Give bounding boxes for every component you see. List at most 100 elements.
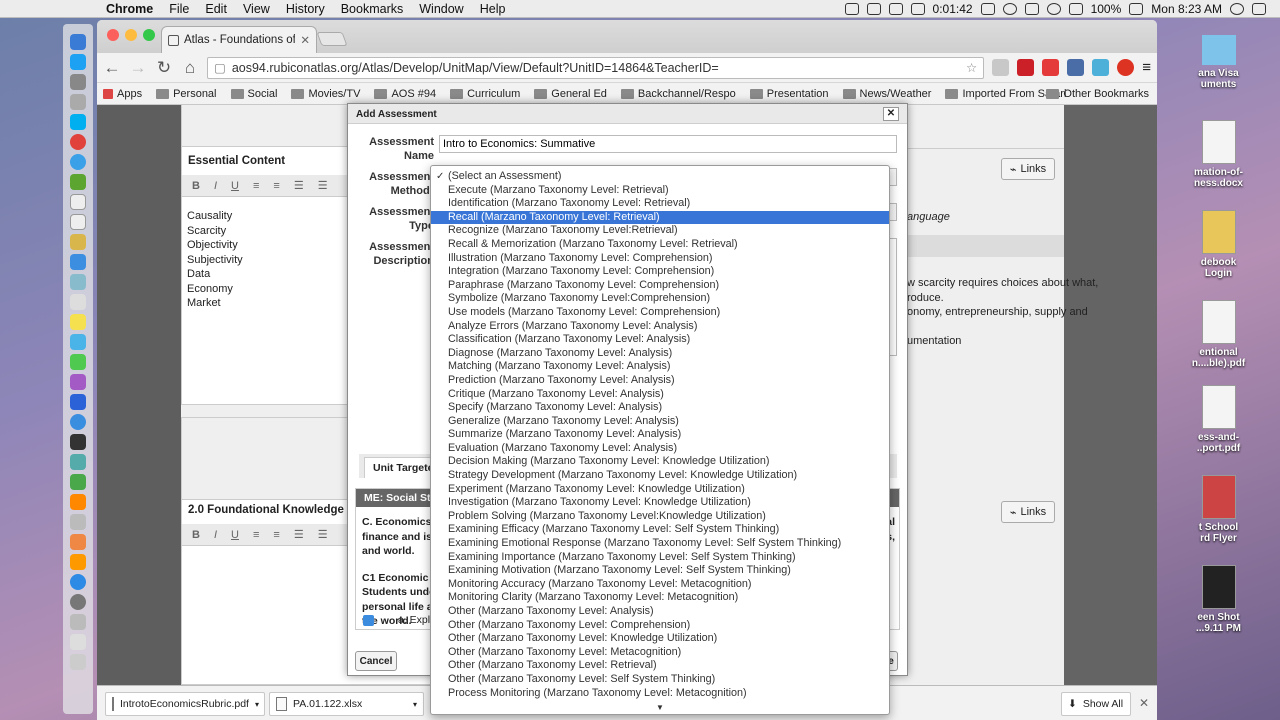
clock[interactable]: Mon 8:23 AM [1151,2,1222,16]
drive-icon[interactable] [844,3,859,15]
dropdown-option[interactable]: Execute (Marzano Taxonomy Level: Retriev… [431,184,889,198]
dropdown-option[interactable]: Strategy Development (Marzano Taxonomy L… [431,469,889,483]
new-tab-button[interactable] [316,32,348,46]
menu-app-name[interactable]: Chrome [98,2,161,16]
dropdown-option[interactable]: Examining Emotional Response (Marzano Ta… [431,537,889,551]
itunes-icon[interactable] [70,534,86,550]
home-icon[interactable]: ⌂ [181,58,199,78]
dropdown-option[interactable]: Examining Motivation (Marzano Taxonomy L… [431,564,889,578]
scroll-down-arrow-icon[interactable]: ▼ [656,703,664,712]
launchpad-icon[interactable] [70,74,86,90]
preview-icon[interactable] [70,94,86,110]
bluetooth-icon[interactable] [1024,3,1039,15]
underline-button[interactable]: U [231,529,239,541]
dropdown-option[interactable]: Recall (Marzano Taxonomy Level: Retrieva… [431,210,889,225]
dropdown-option[interactable]: Use models (Marzano Taxonomy Level: Comp… [431,306,889,320]
dropdown-option[interactable]: Problem Solving (Marzano Taxonomy Level:… [431,510,889,524]
dropdown-option[interactable]: Other (Marzano Taxonomy Level: Analysis) [431,605,889,619]
pocket-icon[interactable] [992,59,1010,76]
numbers-icon[interactable] [70,474,86,490]
address-bar[interactable]: ▢ aos94.rubiconatlas.org/Atlas/Develop/U… [207,56,985,79]
calendar-icon[interactable] [70,214,86,230]
dropdown-option[interactable]: Other (Marzano Taxonomy Level: Comprehen… [431,619,889,633]
close-window-button[interactable] [107,29,119,41]
menu-view[interactable]: View [235,2,278,16]
facetime-icon[interactable] [70,354,86,370]
spotlight-icon[interactable] [1230,3,1244,15]
dropdown-option[interactable]: Illustration (Marzano Taxonomy Level: Co… [431,252,889,266]
dropdown-option[interactable]: Other (Marzano Taxonomy Level: Metacogni… [431,646,889,660]
photo-booth-icon[interactable] [70,434,86,450]
record-icon[interactable] [1117,59,1135,76]
reload-icon[interactable]: ↻ [155,58,173,78]
dropdown-option[interactable]: Recognize (Marzano Taxonomy Level:Retrie… [431,224,889,238]
notes-icon[interactable] [70,234,86,250]
indent-button[interactable]: ≡ [273,180,279,192]
photo-icon[interactable] [70,274,86,290]
documents-stack-icon[interactable] [70,634,86,650]
desktop-file-5[interactable]: ess-and- ..port.pdf [1157,385,1280,454]
dropdown-arrow-icon[interactable]: ▾ [413,700,417,709]
dropdown-option[interactable]: Experiment (Marzano Taxonomy Level: Know… [431,483,889,497]
close-download-bar-icon[interactable]: ✕ [1139,696,1149,710]
align-button[interactable]: ≡ [253,180,259,192]
evernote-dock-icon[interactable] [70,174,86,190]
menu-help[interactable]: Help [472,2,514,16]
dropdown-option[interactable]: Classification (Marzano Taxonomy Level: … [431,333,889,347]
desktop-file-3[interactable]: debook Login [1157,210,1280,279]
dropdown-option[interactable]: Prediction (Marzano Taxonomy Level: Anal… [431,374,889,388]
download-item-2[interactable]: PA.01.122.xlsx ▾ [269,692,424,716]
notification-center-icon[interactable] [1252,3,1266,15]
tab-atlas[interactable]: Atlas - Foundations of Eco ✕ [161,26,317,53]
chrome-icon[interactable] [70,134,86,150]
align-button[interactable]: ≡ [253,529,259,541]
dropdown-option[interactable]: Symbolize (Marzano Taxonomy Level:Compre… [431,292,889,306]
close-dialog-icon[interactable]: ✕ [883,107,899,121]
download-item-1[interactable]: IntrotoEconomicsRubric.pdf ▾ [105,692,265,716]
desktop-file-2[interactable]: mation-of- ness.docx [1157,120,1280,189]
number-list-button[interactable]: ☰ [318,179,328,192]
menu-file[interactable]: File [161,2,197,16]
evernote-icon[interactable] [888,3,903,15]
terminal-icon[interactable] [70,614,86,630]
bookmark-aos94[interactable]: AOS #94 [374,88,436,100]
checkbox-checked-icon[interactable] [363,614,374,626]
twitter-icon[interactable] [70,54,86,70]
battery-icon[interactable] [1129,3,1144,15]
dropdown-option[interactable]: Other (Marzano Taxonomy Level: Knowledge… [431,632,889,646]
dropdown-option[interactable]: Process Monitoring (Marzano Taxonomy Lev… [431,687,889,701]
bullet-list-button[interactable]: ☰ [294,528,304,541]
dropdown-option[interactable]: Decision Making (Marzano Taxonomy Level:… [431,455,889,469]
desktop-file-1[interactable]: ana Visa uments [1157,35,1280,90]
dropdown-option[interactable]: Integration (Marzano Taxonomy Level: Com… [431,265,889,279]
bookmark-other[interactable]: Other Bookmarks [1046,88,1149,100]
dropdown-arrow-icon[interactable]: ▾ [255,700,259,709]
bookmark-social[interactable]: Social [230,88,277,100]
u-app-icon[interactable] [70,394,86,410]
bold-button[interactable]: B [192,529,200,541]
pinterest-icon[interactable] [1017,59,1035,76]
dropdown-option[interactable]: Monitoring Accuracy (Marzano Taxonomy Le… [431,578,889,592]
dropdown-option[interactable]: Evaluation (Marzano Taxonomy Level: Anal… [431,442,889,456]
skype-icon[interactable] [70,114,86,130]
messages-icon[interactable] [70,334,86,350]
bookmark-curriculum[interactable]: Curriculum [450,88,520,100]
time-machine-icon[interactable] [1002,3,1017,15]
trash-icon[interactable] [70,654,86,670]
battery-percent[interactable]: 100% [1091,2,1122,16]
dropdown-option[interactable]: Summarize (Marzano Taxonomy Level: Analy… [431,428,889,442]
dropdown-option[interactable]: Matching (Marzano Taxonomy Level: Analys… [431,360,889,374]
menu-history[interactable]: History [278,2,333,16]
bookmark-apps[interactable]: Apps [103,88,142,100]
dropdown-option[interactable]: Analyze Errors (Marzano Taxonomy Level: … [431,320,889,334]
dropdown-option[interactable]: ✓ (Select an Assessment) [431,170,889,184]
url-text[interactable]: aos94.rubiconatlas.org/Atlas/Develop/Uni… [232,61,960,75]
image-capture-icon[interactable] [70,454,86,470]
cloudhq-icon[interactable] [1067,59,1085,76]
screen-recorder-icon[interactable] [910,3,925,15]
ibooks-icon[interactable] [70,554,86,570]
dropdown-option[interactable]: Critique (Marzano Taxonomy Level: Analys… [431,388,889,402]
menu-bookmarks[interactable]: Bookmarks [333,2,412,16]
menu-window[interactable]: Window [411,2,471,16]
desktop-file-4[interactable]: entional n....ble).pdf [1157,300,1280,369]
